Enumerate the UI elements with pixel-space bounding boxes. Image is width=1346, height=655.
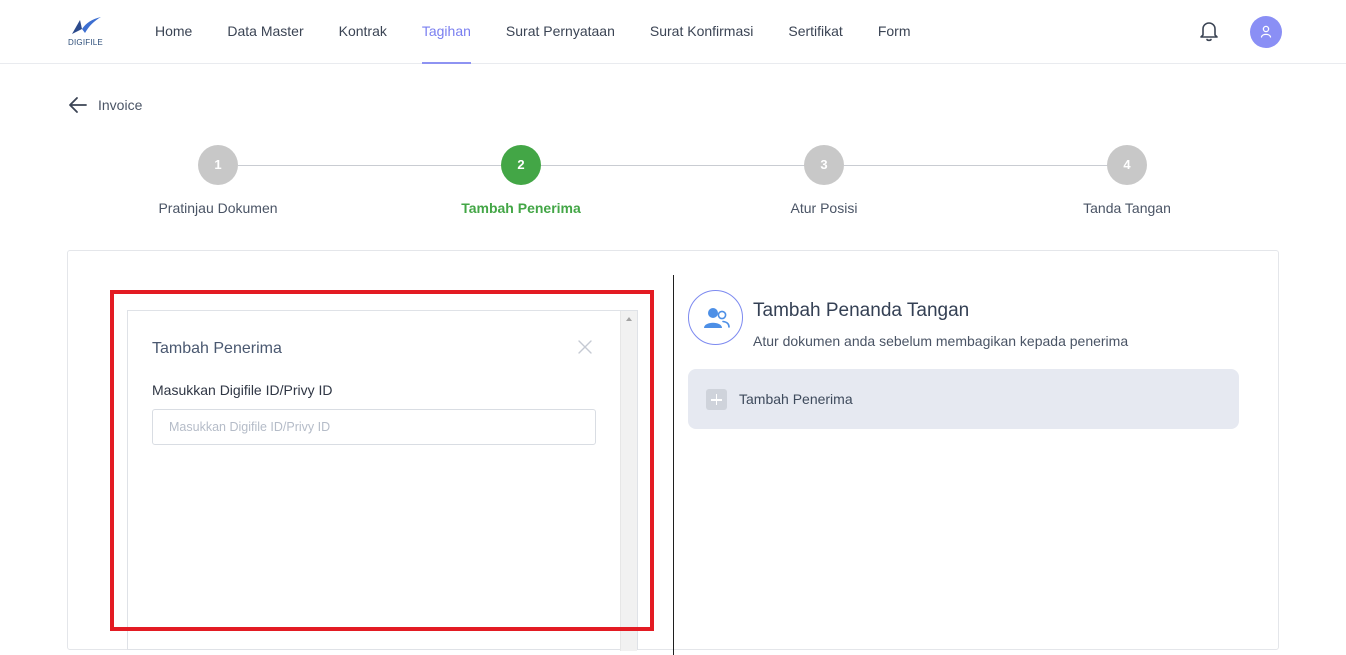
top-navbar: DIGIFILE Home Data Master Kontrak Tagiha… xyxy=(0,0,1346,64)
logo-text: DIGIFILE xyxy=(68,38,103,47)
step-label: Tanda Tangan xyxy=(1083,200,1171,216)
step-2: 2 Tambah Penerima xyxy=(421,145,621,216)
nav-item-surat-pernyataan[interactable]: Surat Pernyataan xyxy=(506,0,615,64)
add-recipient-label: Tambah Penerima xyxy=(739,391,853,407)
nav-item-sertifikat[interactable]: Sertifikat xyxy=(788,0,842,64)
signer-subtitle: Atur dokumen anda sebelum membagikan kep… xyxy=(753,333,1129,349)
plus-icon xyxy=(706,389,727,410)
step-4: 4 Tanda Tangan xyxy=(1027,145,1227,216)
logo-mark-icon xyxy=(72,17,101,34)
arrow-left-icon xyxy=(69,97,87,113)
step-3: 3 Atur Posisi xyxy=(724,145,924,216)
user-icon xyxy=(1260,25,1272,38)
avatar[interactable] xyxy=(1250,16,1282,48)
step-label: Atur Posisi xyxy=(790,200,858,216)
nav-item-form[interactable]: Form xyxy=(878,0,911,64)
step-number: 1 xyxy=(198,145,238,185)
signer-title: Tambah Penanda Tangan xyxy=(753,300,970,321)
back-label: Invoice xyxy=(98,97,143,113)
users-icon xyxy=(704,308,730,328)
nav-item-kontrak[interactable]: Kontrak xyxy=(339,0,387,64)
step-1: 1 Pratinjau Dokumen xyxy=(118,145,318,216)
nav-item-surat-konfirmasi[interactable]: Surat Konfirmasi xyxy=(650,0,753,64)
stepper: 1 Pratinjau Dokumen 2 Tambah Penerima 3 … xyxy=(0,145,1346,225)
add-recipient-button[interactable]: Tambah Penerima xyxy=(688,369,1239,429)
step-label: Tambah Penerima xyxy=(461,200,581,216)
panel-divider xyxy=(673,275,674,655)
nav-item-home[interactable]: Home xyxy=(155,0,192,64)
main-menu: Home Data Master Kontrak Tagihan Surat P… xyxy=(155,0,946,64)
step-number: 3 xyxy=(804,145,844,185)
signer-group-icon xyxy=(688,290,743,345)
digifile-logo[interactable]: DIGIFILE xyxy=(66,16,106,48)
nav-item-data-master[interactable]: Data Master xyxy=(227,0,303,64)
step-number: 2 xyxy=(501,145,541,185)
step-number: 4 xyxy=(1107,145,1147,185)
nav-item-tagihan[interactable]: Tagihan xyxy=(421,0,471,64)
step-label: Pratinjau Dokumen xyxy=(158,200,278,216)
bell-icon[interactable] xyxy=(1198,19,1220,43)
back-link[interactable]: Invoice xyxy=(68,94,142,116)
highlight-box xyxy=(110,290,654,631)
